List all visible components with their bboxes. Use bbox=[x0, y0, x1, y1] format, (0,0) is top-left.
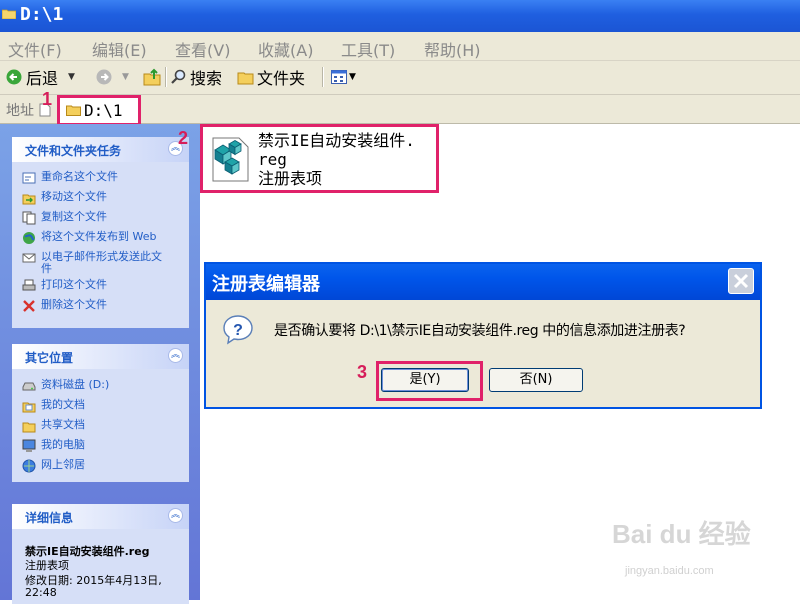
task-label: 复制这个文件 bbox=[41, 210, 107, 223]
place-network[interactable]: 网上邻居 bbox=[22, 459, 85, 473]
drive-icon bbox=[22, 382, 36, 391]
task-publish-web[interactable]: 将这个文件发布到 Web bbox=[22, 231, 156, 245]
search-button[interactable]: 搜索 bbox=[171, 66, 222, 88]
folder-icon bbox=[2, 9, 16, 19]
place-drive-d[interactable]: 资料磁盘 (D:) bbox=[22, 379, 109, 393]
menu-tools[interactable]: 工具(T) bbox=[341, 37, 395, 61]
collapse-icon[interactable]: ︽ bbox=[168, 508, 183, 523]
place-label: 我的文档 bbox=[41, 398, 85, 411]
toolbar-separator bbox=[165, 67, 167, 87]
task-copy[interactable]: 复制这个文件 bbox=[22, 211, 107, 225]
task-label: 以电子邮件形式发送此文件 bbox=[41, 250, 162, 275]
task-delete[interactable]: 删除这个文件 bbox=[22, 299, 107, 313]
section-title: 其它位置 bbox=[25, 351, 74, 365]
svg-text:?: ? bbox=[233, 322, 243, 339]
views-icon bbox=[331, 70, 347, 84]
no-button[interactable]: 否(N) bbox=[489, 368, 583, 392]
menu-edit[interactable]: 编辑(E) bbox=[92, 37, 147, 61]
dropdown-arrow-icon[interactable]: ▼ bbox=[68, 72, 75, 82]
dialog-message: 是否确认要将 D:\1\禁示IE自动安装组件.reg 中的信息添加进注册表? bbox=[274, 323, 686, 339]
move-icon bbox=[22, 194, 36, 205]
question-icon: ? bbox=[223, 315, 253, 345]
folders-label: 文件夹 bbox=[257, 69, 306, 88]
details-section: 详细信息 ︽ 禁示IE自动安装组件.reg 注册表项 修改日期: 2015年4月… bbox=[12, 504, 189, 604]
up-folder-icon bbox=[143, 68, 161, 86]
section-header[interactable]: 详细信息 ︽ bbox=[12, 504, 189, 529]
highlight-box-file bbox=[200, 124, 439, 193]
network-globe-icon bbox=[22, 459, 36, 473]
address-label: 地址 bbox=[6, 103, 34, 119]
step-marker-2: 2 bbox=[178, 128, 189, 148]
toolbar: 后退 ▼ ▼ 搜索 文件夹 ▼ bbox=[0, 61, 800, 95]
other-places-section: 其它位置 ︽ 资料磁盘 (D:) 我的文档 共享文档 我的电脑 网上邻居 bbox=[12, 344, 189, 482]
computer-icon bbox=[22, 439, 36, 452]
my-documents-icon bbox=[22, 402, 36, 413]
forward-button[interactable]: ▼ bbox=[96, 66, 129, 88]
section-title: 文件和文件夹任务 bbox=[25, 144, 122, 158]
search-label: 搜索 bbox=[190, 69, 223, 88]
place-shared-documents[interactable]: 共享文档 bbox=[22, 419, 85, 433]
dropdown-arrow-icon[interactable]: ▼ bbox=[122, 72, 129, 82]
place-label: 网上邻居 bbox=[41, 458, 85, 471]
menu-favorites[interactable]: 收藏(A) bbox=[258, 37, 313, 61]
place-label: 共享文档 bbox=[41, 418, 85, 431]
registry-editor-dialog: 注册表编辑器 ? 是否确认要将 D:\1\禁示IE自动安装组件.reg 中的信息… bbox=[204, 262, 762, 409]
copy-icon bbox=[22, 211, 36, 225]
watermark-logo: Bai du 经验 bbox=[612, 519, 751, 549]
window-title: D:\1 bbox=[20, 4, 64, 25]
rename-icon bbox=[22, 172, 36, 184]
task-label: 打印这个文件 bbox=[41, 278, 107, 291]
shared-folder-icon bbox=[22, 422, 36, 433]
up-folder-button[interactable] bbox=[143, 66, 161, 88]
back-arrow-icon bbox=[6, 69, 22, 85]
collapse-icon[interactable]: ︽ bbox=[168, 348, 183, 363]
section-header[interactable]: 文件和文件夹任务 ︽ bbox=[12, 137, 189, 162]
dropdown-arrow-icon[interactable]: ▼ bbox=[349, 72, 356, 82]
detail-modified-time: 22:48 bbox=[25, 586, 57, 599]
task-label: 将这个文件发布到 Web bbox=[41, 230, 157, 243]
place-label: 我的电脑 bbox=[41, 438, 85, 451]
step-marker-1: 1 bbox=[42, 89, 53, 109]
globe-icon bbox=[23, 232, 35, 244]
email-icon bbox=[22, 253, 36, 263]
printer-icon bbox=[22, 279, 36, 291]
task-move[interactable]: 移动这个文件 bbox=[22, 191, 107, 205]
close-icon bbox=[733, 273, 749, 289]
task-label: 删除这个文件 bbox=[41, 298, 107, 311]
toolbar-separator bbox=[322, 67, 324, 87]
detail-file-type: 注册表项 bbox=[25, 559, 69, 572]
folder-icon bbox=[237, 72, 254, 84]
place-my-computer[interactable]: 我的电脑 bbox=[22, 439, 85, 453]
task-pane: 文件和文件夹任务 ︽ 重命名这个文件 移动这个文件 复制这个文件 将这个文件发布… bbox=[0, 124, 200, 604]
step-marker-3: 3 bbox=[357, 362, 368, 382]
file-tasks-section: 文件和文件夹任务 ︽ 重命名这个文件 移动这个文件 复制这个文件 将这个文件发布… bbox=[12, 137, 189, 328]
task-email[interactable]: 以电子邮件形式发送此文件 bbox=[22, 251, 172, 275]
place-label: 资料磁盘 (D:) bbox=[41, 378, 110, 391]
highlight-box-yes bbox=[376, 361, 483, 401]
task-print[interactable]: 打印这个文件 bbox=[22, 279, 107, 293]
menu-help[interactable]: 帮助(H) bbox=[424, 37, 481, 61]
task-label: 移动这个文件 bbox=[41, 190, 107, 203]
section-title: 详细信息 bbox=[25, 511, 74, 525]
forward-arrow-icon bbox=[96, 69, 112, 85]
close-button[interactable] bbox=[728, 268, 754, 294]
place-my-documents[interactable]: 我的文档 bbox=[22, 399, 85, 413]
section-header[interactable]: 其它位置 ︽ bbox=[12, 344, 189, 369]
task-rename[interactable]: 重命名这个文件 bbox=[22, 171, 118, 185]
watermark-url: jingyan.baidu.com bbox=[625, 565, 714, 577]
menu-file[interactable]: 文件(F) bbox=[8, 37, 62, 61]
highlight-box-address bbox=[57, 95, 141, 126]
search-icon bbox=[171, 69, 186, 84]
menu-bar: 文件(F) 编辑(E) 查看(V) 收藏(A) 工具(T) 帮助(H) bbox=[0, 32, 800, 61]
dialog-title: 注册表编辑器 bbox=[212, 274, 320, 295]
title-bar: D:\1 bbox=[0, 0, 800, 32]
views-button[interactable]: ▼ bbox=[331, 66, 356, 88]
folders-button[interactable]: 文件夹 bbox=[237, 66, 305, 88]
back-button[interactable]: 后退 ▼ bbox=[6, 66, 75, 88]
menu-view[interactable]: 查看(V) bbox=[175, 37, 230, 61]
delete-x-icon bbox=[23, 300, 35, 312]
back-label: 后退 bbox=[26, 69, 59, 88]
task-label: 重命名这个文件 bbox=[41, 170, 118, 183]
dialog-title-bar[interactable]: 注册表编辑器 bbox=[206, 264, 760, 300]
